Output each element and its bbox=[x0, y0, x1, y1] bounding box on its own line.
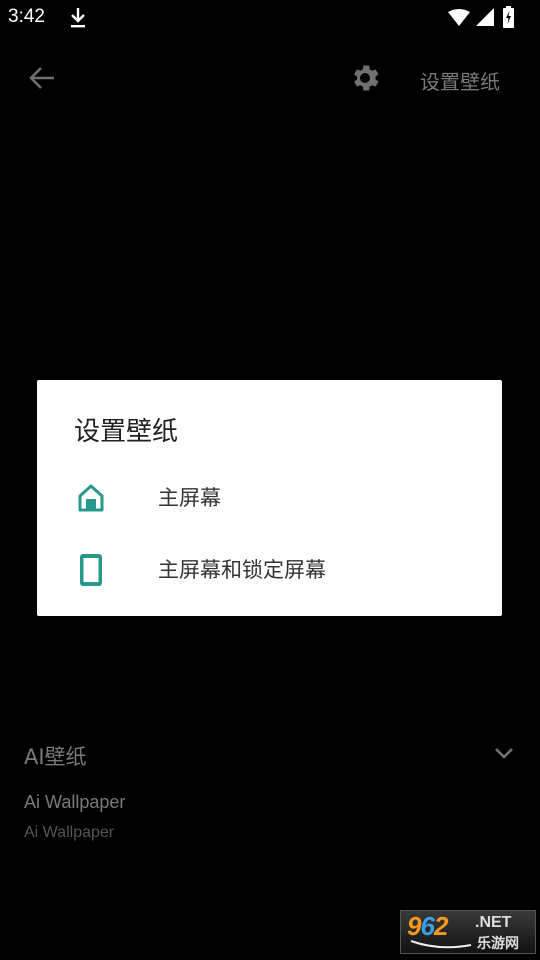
watermark-logo: 962 .NET 乐游网 bbox=[400, 910, 536, 954]
home-icon bbox=[78, 484, 104, 512]
watermark-digits: 962 bbox=[407, 911, 449, 942]
watermark-suffix: .NET bbox=[475, 914, 512, 931]
digit: 9 bbox=[407, 911, 422, 941]
phone-icon bbox=[80, 554, 102, 586]
option-home-screen[interactable]: 主屏幕 bbox=[37, 466, 502, 526]
option-home-and-lock-screen[interactable]: 主屏幕和锁定屏幕 bbox=[37, 538, 502, 598]
watermark-cn: 乐游网 bbox=[477, 936, 519, 952]
swoosh-icon bbox=[410, 940, 472, 949]
digit: 2 bbox=[433, 911, 449, 941]
option-label: 主屏幕和锁定屏幕 bbox=[158, 558, 326, 582]
dialog-title: 设置壁纸 bbox=[74, 417, 179, 447]
set-wallpaper-dialog: 设置壁纸 主屏幕 主屏幕和锁定屏幕 bbox=[37, 380, 502, 616]
digit: 6 bbox=[420, 911, 435, 941]
option-label: 主屏幕 bbox=[158, 486, 221, 510]
